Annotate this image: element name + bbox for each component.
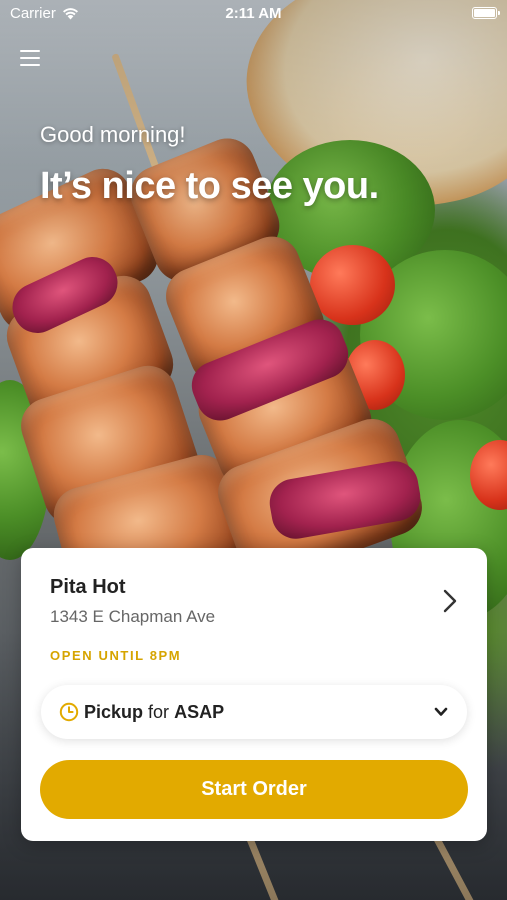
order-mode-selector[interactable]: Pickup for ASAP [41, 685, 467, 739]
status-time: 2:11 AM [225, 5, 282, 22]
store-hours-status: OPEN UNTIL 8PM [50, 648, 182, 663]
welcome-headline: It’s nice to see you. [40, 165, 379, 207]
status-bar: Carrier 2:11 AM [0, 0, 507, 28]
start-order-button[interactable]: Start Order [40, 760, 468, 819]
store-card: Pita Hot 1343 E Chapman Ave OPEN UNTIL 8… [21, 548, 487, 841]
order-time-value: ASAP [174, 702, 225, 722]
order-mode-value: Pickup [84, 702, 144, 722]
clock-icon [59, 702, 79, 722]
chevron-right-icon[interactable] [439, 588, 461, 614]
store-address: 1343 E Chapman Ave [50, 607, 216, 626]
greeting-text: Good morning! [40, 122, 186, 147]
battery-icon [472, 7, 500, 19]
order-mode-connector: for [148, 702, 170, 722]
hamburger-menu-icon[interactable] [20, 48, 42, 68]
order-mode-label: Pickup for ASAP [84, 702, 224, 723]
store-name: Pita Hot [50, 576, 126, 598]
chevron-down-icon [434, 707, 448, 716]
